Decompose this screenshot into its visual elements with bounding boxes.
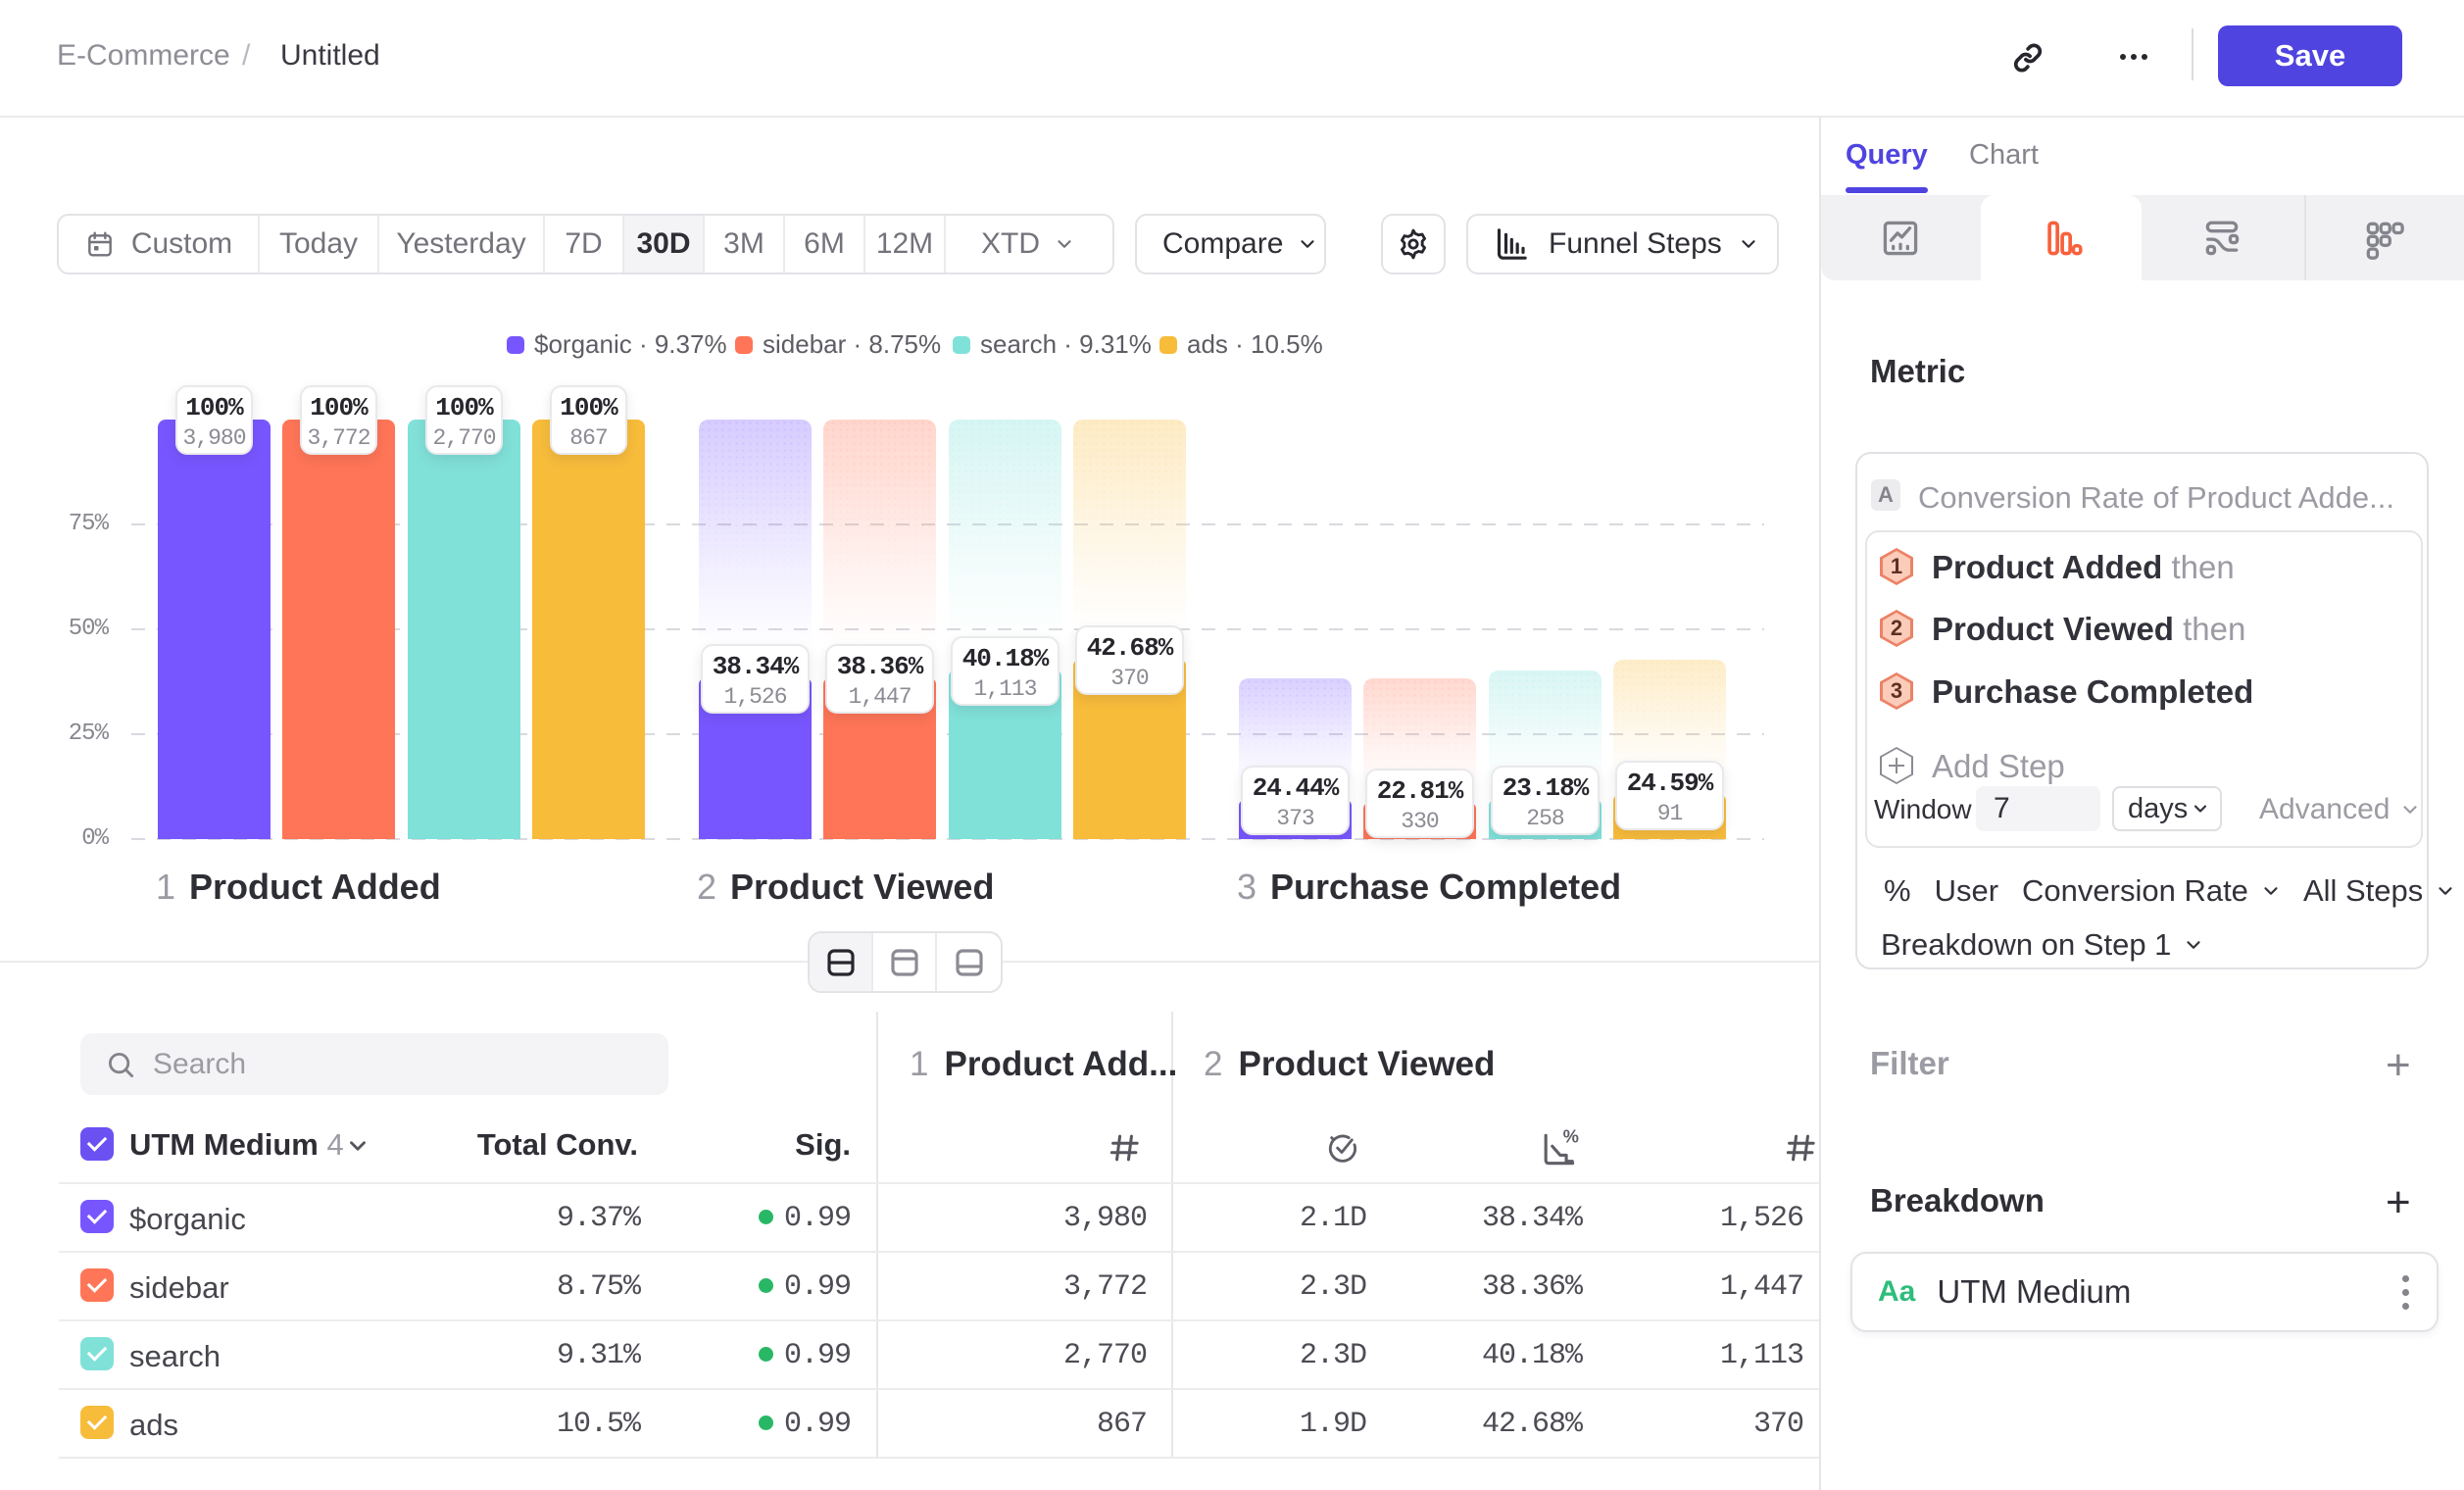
svg-text:%: % xyxy=(1563,1127,1579,1147)
